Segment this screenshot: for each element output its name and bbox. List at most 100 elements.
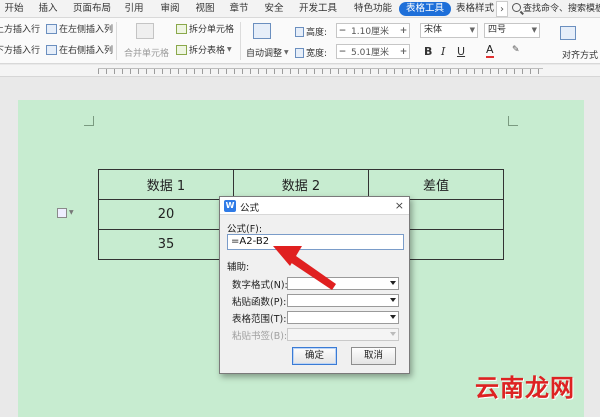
- font-size-value: 四号: [488, 25, 507, 35]
- table-range-select[interactable]: [287, 311, 399, 324]
- split-cells-label: 拆分单元格: [189, 25, 235, 35]
- formula-dialog: W 公式 × 公式(F): =A2-B2 辅助: 数字格式(N): 粘贴函数(P…: [219, 196, 410, 374]
- col-width-value: 5.01厘米: [351, 48, 390, 58]
- chevron-down-icon: [390, 298, 396, 302]
- row-height-value: 1.10厘米: [351, 27, 390, 37]
- table-cell[interactable]: 数据 2: [233, 169, 369, 200]
- decrease-width-button[interactable]: −: [337, 47, 348, 57]
- search-icon: [512, 3, 521, 12]
- insert-row-below-label: 在下方插入行: [0, 46, 41, 56]
- table-cell[interactable]: 差值: [368, 169, 504, 200]
- font-color-button[interactable]: A: [486, 44, 494, 58]
- split-table-label: 拆分表格: [189, 46, 226, 56]
- bold-button[interactable]: B: [424, 45, 432, 58]
- chevron-down-icon: ▼: [69, 209, 74, 216]
- table-cell[interactable]: 35: [98, 229, 234, 260]
- align-label: 对齐方式: [562, 51, 599, 61]
- tab-references[interactable]: 引用: [122, 0, 146, 18]
- table-row: 数据 1 数据 2 差值: [98, 169, 504, 200]
- increase-width-button[interactable]: +: [398, 47, 409, 57]
- align-icon: [560, 26, 576, 40]
- tab-view[interactable]: 视图: [193, 0, 217, 18]
- ok-button[interactable]: 确定: [292, 347, 337, 365]
- split-cells-button[interactable]: 拆分单元格: [176, 22, 234, 35]
- split-table-button[interactable]: 拆分表格 ▼: [176, 43, 232, 56]
- horizontal-ruler[interactable]: [0, 65, 600, 77]
- table-range-label: 表格范围(T):: [232, 314, 287, 325]
- paste-function-select[interactable]: [287, 294, 399, 307]
- merge-cells-button[interactable]: 合并单元格: [124, 46, 169, 59]
- col-width-label: 宽度:: [306, 49, 328, 59]
- col-width-stepper[interactable]: − 5.01厘米 +: [336, 44, 410, 59]
- insert-col-left-label: 在左侧插入列: [59, 25, 114, 35]
- tab-home[interactable]: 开始: [2, 0, 26, 18]
- ribbon-toolbar: 在上方插入行 在下方插入行 在左侧插入列 在右侧插入列 合并单元格 拆分单元格 …: [0, 18, 600, 64]
- chevron-down-icon: ▼: [469, 26, 475, 34]
- tab-table-tools[interactable]: 表格工具: [399, 2, 451, 16]
- tab-review[interactable]: 审阅: [158, 0, 182, 18]
- auto-fit-label: 自动调整: [246, 49, 283, 59]
- tab-page-layout[interactable]: 页面布局: [70, 0, 114, 18]
- table-cell[interactable]: 数据 1: [98, 169, 234, 200]
- align-button[interactable]: 对齐方式: [562, 48, 598, 61]
- formula-label: 公式(F):: [227, 224, 263, 235]
- split-table-icon: [176, 44, 187, 55]
- aux-label: 辅助:: [227, 262, 250, 273]
- tab-scroll-right-button[interactable]: ›: [496, 1, 508, 17]
- insert-col-left-button[interactable]: 在左侧插入列: [46, 22, 113, 35]
- number-format-label: 数字格式(N):: [232, 280, 288, 291]
- increase-height-button[interactable]: +: [398, 26, 409, 36]
- search-text: 查找命令、搜索模板: [523, 4, 600, 14]
- decrease-height-button[interactable]: −: [337, 26, 348, 36]
- tab-insert[interactable]: 插入: [36, 0, 60, 18]
- insert-row-above-button[interactable]: 在上方插入行: [0, 22, 40, 35]
- italic-button[interactable]: I: [441, 45, 445, 58]
- font-name-value: 宋体: [424, 25, 443, 35]
- close-icon[interactable]: ×: [395, 199, 404, 212]
- chevron-down-icon: [390, 332, 396, 336]
- table-cell[interactable]: 20: [98, 199, 234, 230]
- insert-col-right-button[interactable]: 在右侧插入列: [46, 43, 113, 56]
- merge-cells-label: 合并单元格: [124, 49, 170, 59]
- tab-table-style[interactable]: 表格样式: [455, 0, 495, 18]
- number-format-select[interactable]: [287, 277, 399, 290]
- dialog-title-bar[interactable]: W 公式 ×: [220, 197, 409, 215]
- table-move-handle-icon[interactable]: [57, 208, 67, 218]
- insert-row-below-button[interactable]: 在下方插入行: [0, 43, 40, 56]
- chevron-down-icon: ▼: [284, 49, 289, 56]
- paste-bookmark-label: 粘贴书签(B):: [232, 331, 288, 342]
- split-cells-icon: [176, 23, 187, 34]
- tab-developer[interactable]: 开发工具: [296, 0, 340, 18]
- wps-logo-icon: W: [224, 200, 236, 212]
- insert-col-right-label: 在右侧插入列: [59, 46, 114, 56]
- tab-chapter[interactable]: 章节: [227, 0, 251, 18]
- dialog-title: 公式: [240, 203, 260, 214]
- command-search[interactable]: 查找命令、搜索模板: [512, 0, 600, 18]
- col-width-icon: [295, 47, 304, 58]
- paste-bookmark-select: [287, 328, 399, 341]
- ribbon-separator: [240, 22, 241, 60]
- auto-fit-button[interactable]: 自动调整 ▼: [246, 46, 289, 59]
- formula-input[interactable]: =A2-B2: [227, 234, 404, 250]
- chevron-down-icon: ▼: [531, 26, 537, 34]
- auto-fit-icon: [253, 23, 271, 39]
- tab-security[interactable]: 安全: [262, 0, 286, 18]
- underline-button[interactable]: U: [457, 45, 465, 58]
- insert-row-above-label: 在上方插入行: [0, 25, 41, 35]
- font-size-select[interactable]: 四号 ▼: [484, 23, 540, 38]
- col-width-control: 宽度:: [295, 46, 327, 59]
- tab-features[interactable]: 特色功能: [350, 0, 396, 18]
- chevron-down-icon: ▼: [227, 46, 232, 53]
- margin-corner-mark: [508, 116, 518, 126]
- row-height-label: 高度:: [306, 28, 328, 38]
- margin-corner-mark: [84, 116, 94, 126]
- chevron-down-icon: [390, 315, 396, 319]
- cancel-button[interactable]: 取消: [351, 347, 396, 365]
- chevron-down-icon: [390, 281, 396, 285]
- row-height-stepper[interactable]: − 1.10厘米 +: [336, 23, 410, 38]
- highlight-icon[interactable]: ✎: [512, 45, 520, 55]
- font-name-select[interactable]: 宋体 ▼: [420, 23, 478, 38]
- paste-function-label: 粘贴函数(P):: [232, 297, 287, 308]
- merge-cells-icon: [136, 23, 154, 39]
- insert-column-right-icon: [46, 44, 57, 55]
